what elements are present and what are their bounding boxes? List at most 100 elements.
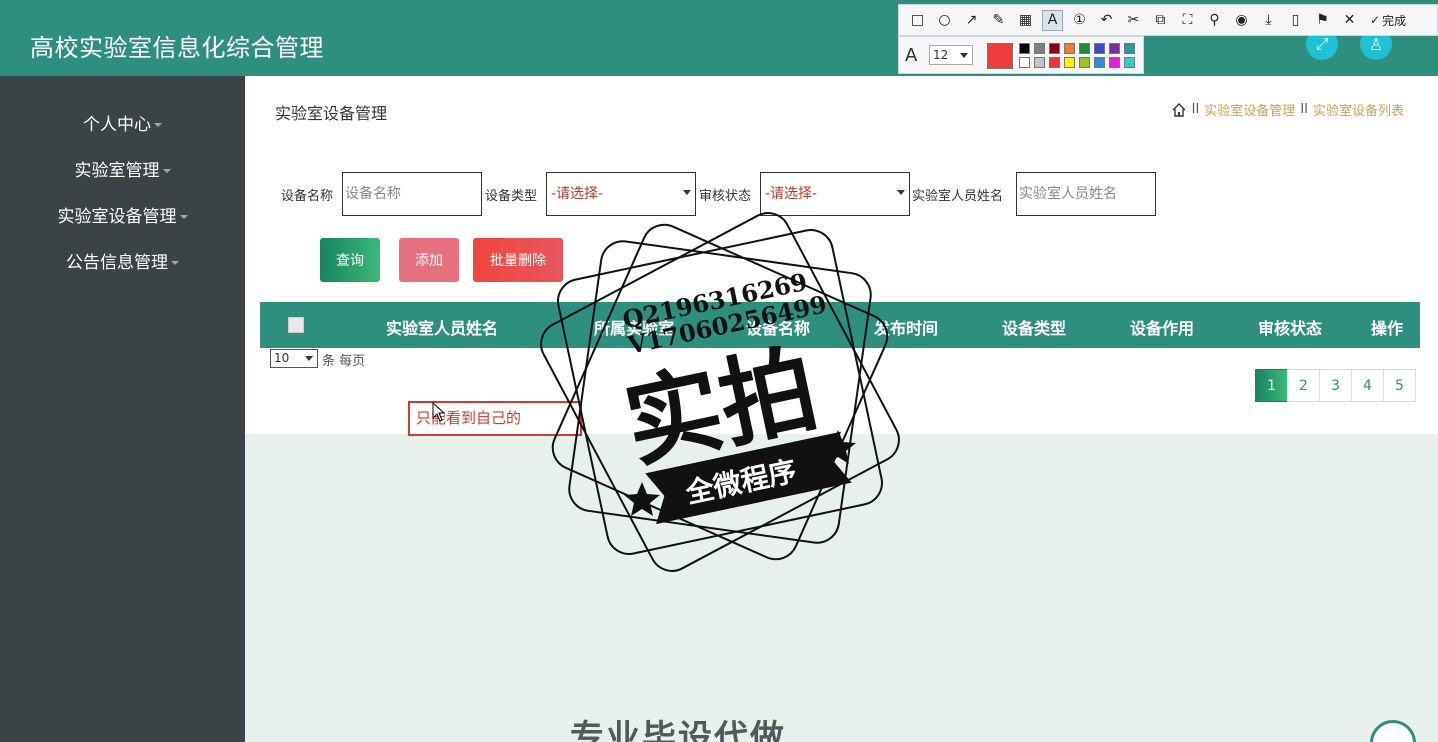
audit-status-select[interactable]: -请选择- (760, 172, 910, 216)
column-header: 设备名称 (746, 319, 811, 338)
select-all-checkbox[interactable] (288, 317, 304, 333)
ocr-icon[interactable]: ⛶ (1177, 10, 1198, 31)
translate-icon[interactable]: ⧉ (1150, 10, 1171, 31)
color-swatch[interactable] (1109, 43, 1120, 54)
page-button[interactable]: 1 (1255, 369, 1288, 402)
sidebar-item-label: 公告信息管理 (66, 253, 168, 273)
done-button[interactable]: ✓ 完成 (1370, 12, 1406, 29)
cut-icon[interactable]: ✂ (1123, 10, 1144, 31)
download-icon[interactable]: ⤓ (1258, 10, 1279, 31)
mosaic-icon[interactable]: ▦ (1015, 10, 1036, 31)
color-swatch[interactable] (1049, 57, 1060, 68)
per-page-value: 10 (274, 351, 290, 365)
color-swatch[interactable] (1064, 57, 1075, 68)
color-swatch[interactable] (1079, 43, 1090, 54)
sidebar-item-personal-center[interactable]: 个人中心 (0, 110, 245, 135)
lab-person-input[interactable]: 实验室人员姓名 (1016, 172, 1156, 216)
column-header: 发布时间 (874, 319, 939, 338)
breadcrumb-item[interactable]: 实验室设备列表 (1313, 100, 1404, 119)
font-icon: A (905, 45, 918, 66)
chevron-down-icon (683, 190, 691, 195)
pagination: 1 2 3 4 5 (1255, 369, 1416, 402)
per-page-select[interactable]: 10 (270, 349, 318, 368)
breadcrumb-separator: II (1191, 102, 1200, 117)
color-swatch[interactable] (1094, 57, 1105, 68)
page-button[interactable]: 5 (1383, 369, 1416, 402)
column-header: 实验室人员姓名 (386, 319, 499, 338)
lab-person-label: 实验室人员姓名 (912, 189, 1004, 204)
sidebar-item-label: 个人中心 (83, 115, 151, 135)
number-icon[interactable]: ① (1069, 10, 1090, 31)
arrow-icon[interactable]: ↗ (961, 10, 982, 31)
app-title: 高校实验室信息化综合管理 (30, 34, 324, 62)
column-header: 设备类型 (1002, 319, 1067, 338)
table-header: 实验室人员姓名 所属实验室 设备名称 发布时间 设备类型 设备作用 审核状态 操… (260, 302, 1420, 348)
bookmark-icon[interactable]: ⚑ (1312, 10, 1333, 31)
watermark-ribbon-text: 全微程序 (682, 454, 799, 510)
color-swatch[interactable] (1124, 43, 1135, 54)
page-button[interactable]: 2 (1287, 369, 1320, 402)
pin-icon[interactable]: ⚲ (1204, 10, 1225, 31)
chevron-down-icon (305, 356, 313, 361)
sidebar: 个人中心 实验室管理 实验室设备管理 公告信息管理 (0, 76, 245, 742)
color-swatch[interactable] (1019, 43, 1030, 54)
equipment-type-select[interactable]: -请选择- (546, 172, 696, 216)
sidebar-item-notice-management[interactable]: 公告信息管理 (0, 248, 245, 273)
rectangle-icon[interactable]: □ (907, 10, 928, 31)
record-icon[interactable]: ◉ (1231, 10, 1252, 31)
caret-down-icon (171, 261, 179, 265)
sidebar-item-equipment-management[interactable]: 实验室设备管理 (0, 202, 245, 227)
text-tool-icon[interactable]: A (1042, 9, 1063, 31)
per-page-label: 条 每页 (322, 354, 366, 369)
breadcrumb-separator: II (1300, 102, 1308, 117)
color-swatch[interactable] (1124, 57, 1135, 68)
font-size-value: 12 (933, 48, 949, 62)
sidebar-item-label: 实验室设备管理 (57, 207, 177, 227)
ellipse-icon[interactable]: ○ (934, 10, 955, 31)
back-to-top-button[interactable] (1370, 720, 1416, 742)
caret-down-icon (162, 169, 171, 173)
select-value: -请选择- (551, 186, 604, 202)
check-icon: ✓ (1370, 13, 1381, 27)
column-header: 审核状态 (1258, 319, 1323, 338)
color-swatch[interactable] (1049, 43, 1060, 54)
equipment-name-input[interactable]: 设备名称 (342, 172, 482, 216)
current-color-swatch[interactable] (987, 43, 1013, 69)
column-header: 操作 (1371, 319, 1404, 338)
column-header: 设备作用 (1130, 319, 1195, 338)
long-screenshot-icon[interactable]: ▯ (1285, 10, 1306, 31)
select-value: -请选择- (765, 186, 818, 202)
sidebar-item-label: 实验室管理 (74, 161, 160, 181)
color-swatch[interactable] (1034, 57, 1045, 68)
bottom-banner-text: 专业毕设代做 (570, 718, 786, 742)
color-swatch[interactable] (1019, 57, 1030, 68)
audit-status-label: 审核状态 (699, 189, 752, 204)
caret-down-icon (154, 123, 162, 127)
sidebar-item-lab-management[interactable]: 实验室管理 (0, 156, 245, 181)
color-swatch[interactable] (1079, 57, 1090, 68)
caret-down-icon (179, 215, 188, 219)
home-icon[interactable] (1171, 102, 1187, 118)
color-swatch[interactable] (1109, 57, 1120, 68)
page-button[interactable]: 3 (1319, 369, 1352, 402)
equipment-type-label: 设备类型 (485, 189, 538, 204)
breadcrumb: II 实验室设备管理 II 实验室设备列表 (1171, 100, 1404, 119)
color-swatch[interactable] (1094, 43, 1105, 54)
equipment-name-label: 设备名称 (281, 189, 334, 204)
add-button[interactable]: 添加 (399, 238, 459, 282)
close-icon[interactable]: ✕ (1339, 10, 1360, 31)
font-size-select[interactable]: 12 (929, 45, 973, 65)
done-label: 完成 (1382, 13, 1407, 28)
breadcrumb-item[interactable]: 实验室设备管理 (1204, 100, 1295, 119)
annotation-style-row: A 12 (898, 36, 1144, 74)
color-swatch[interactable] (1034, 43, 1045, 54)
query-button[interactable]: 查询 (320, 238, 380, 282)
undo-icon[interactable]: ↶ (1096, 10, 1117, 31)
page-button[interactable]: 4 (1351, 369, 1384, 402)
column-header: 所属实验室 (594, 319, 675, 338)
mouse-cursor-icon (432, 402, 446, 422)
pen-icon[interactable]: ✎ (988, 10, 1009, 31)
star-icon (820, 430, 856, 464)
bulk-delete-button[interactable]: 批量删除 (473, 238, 563, 282)
color-swatch[interactable] (1064, 43, 1075, 54)
